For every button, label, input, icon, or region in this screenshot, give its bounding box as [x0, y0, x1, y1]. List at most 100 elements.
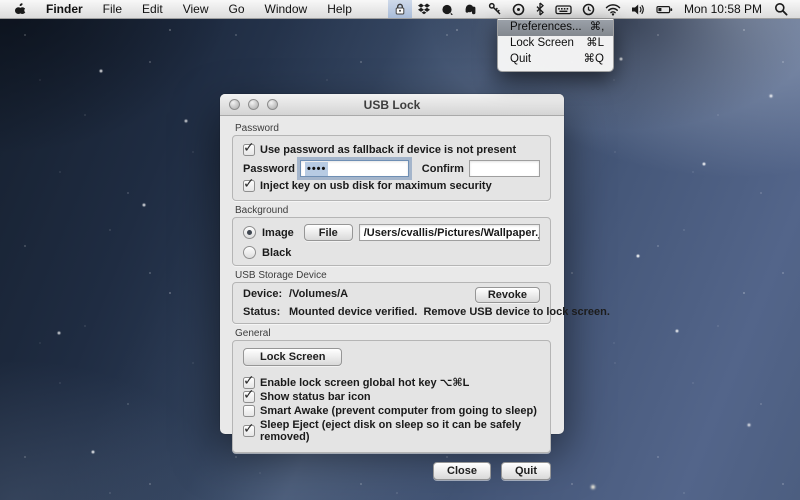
menu-bar-left: Finder File Edit View Go Window Help [0, 0, 362, 18]
spotlight-menu-extra[interactable] [770, 0, 800, 18]
menu-item-lock-screen[interactable]: Lock Screen ⌘L [498, 36, 613, 52]
sleep-eject-checkbox[interactable] [243, 425, 255, 437]
smart-awake-checkbox[interactable] [243, 405, 255, 417]
menu-item-view[interactable]: View [173, 0, 219, 18]
volume-icon [631, 3, 646, 16]
menu-item-quit[interactable]: Quit ⌘Q [498, 52, 613, 68]
background-section: Background Image File /Users/cvallis/Pic… [232, 205, 551, 266]
fallback-checkbox[interactable] [243, 144, 255, 156]
image-radio[interactable] [243, 226, 256, 239]
bluetooth-icon [535, 2, 545, 16]
inject-key-checkbox-label: Inject key on usb disk for maximum secur… [260, 180, 492, 192]
smart-awake-checkbox-label: Smart Awake (prevent computer from going… [260, 405, 537, 417]
window-title: USB Lock [220, 98, 564, 112]
black-radio[interactable] [243, 246, 256, 259]
spotlight-search-icon [774, 2, 788, 16]
disc-icon [512, 3, 525, 16]
evernote-menu-extra[interactable] [459, 0, 483, 18]
password-dots: •••• [305, 162, 328, 176]
menu-item-window[interactable]: Window [255, 0, 318, 18]
usb-storage-section: USB Storage Device Device: /Volumes/A Re… [232, 270, 551, 324]
clock-sync-icon [582, 3, 595, 16]
menu-item-help[interactable]: Help [317, 0, 362, 18]
menu-item-go[interactable]: Go [219, 0, 255, 18]
background-section-title: Background [235, 205, 551, 216]
usb-lock-status-menu: Preferences... ⌘, Lock Screen ⌘L Quit ⌘Q [497, 19, 614, 72]
status-label: Status: [243, 306, 289, 318]
status-value: Mounted device verified. Remove USB devi… [289, 306, 610, 318]
sleep-eject-checkbox-label: Sleep Eject (eject disk on sleep so it c… [260, 419, 540, 443]
menu-bar-clock[interactable]: Mon 10:58 PM [678, 2, 770, 16]
password-field-label: Password [243, 163, 295, 175]
title-bar[interactable]: USB Lock [220, 94, 564, 116]
apple-logo-icon [14, 2, 27, 16]
confirm-input[interactable] [469, 160, 540, 177]
black-radio-label: Black [262, 247, 291, 259]
dropbox-icon [417, 3, 431, 16]
statusbar-checkbox-row: Show status bar icon [243, 391, 540, 403]
menu-shortcut: ⌘L [586, 37, 604, 50]
general-section: General Lock Screen Enable lock screen g… [232, 328, 551, 453]
statusbar-checkbox[interactable] [243, 391, 255, 403]
status-icons: Mon 10:58 PM [388, 0, 800, 18]
battery-menu-extra[interactable] [651, 0, 678, 18]
hotkey-checkbox-label: Enable lock screen global hot key ⌥⌘L [260, 376, 469, 389]
file-path-input[interactable]: /Users/cvallis/Pictures/Wallpaper.jpg [359, 224, 540, 241]
quit-button[interactable]: Quit [501, 462, 551, 480]
dropbox-menu-extra[interactable] [412, 0, 436, 18]
lock-icon [393, 2, 407, 16]
lock-screen-button[interactable]: Lock Screen [243, 348, 342, 366]
sleep-eject-checkbox-row: Sleep Eject (eject disk on sleep so it c… [243, 419, 540, 443]
smart-awake-checkbox-row: Smart Awake (prevent computer from going… [243, 405, 540, 417]
usb-lock-window: USB Lock Password Use password as fallba… [220, 94, 564, 434]
menu-item-label: Quit [510, 53, 531, 66]
inject-key-checkbox[interactable] [243, 180, 255, 192]
sync-menu-extra[interactable] [577, 0, 600, 18]
menu-item-file[interactable]: File [93, 0, 132, 18]
apple-menu[interactable] [0, 0, 36, 18]
bluetooth-menu-extra[interactable] [530, 0, 550, 18]
menu-item-preferences[interactable]: Preferences... ⌘, [498, 20, 613, 36]
general-section-title: General [235, 328, 551, 339]
battery-icon [656, 3, 673, 16]
hotkey-checkbox-row: Enable lock screen global hot key ⌥⌘L [243, 376, 540, 389]
fallback-checkbox-label: Use password as fallback if device is no… [260, 144, 516, 156]
device-value: /Volumes/A [289, 288, 348, 300]
menu-item-label: Preferences... [510, 21, 582, 34]
image-radio-label: Image [262, 227, 294, 239]
file-button[interactable]: File [304, 224, 353, 241]
wifi-icon [605, 3, 621, 16]
menu-bar: Finder File Edit View Go Window Help [0, 0, 800, 19]
statusbar-checkbox-label: Show status bar icon [260, 391, 371, 403]
app-menu-extra[interactable] [436, 0, 459, 18]
disc-menu-extra[interactable] [507, 0, 530, 18]
wifi-menu-extra[interactable] [600, 0, 626, 18]
keyboard-menu-extra[interactable] [550, 0, 577, 18]
fallback-checkbox-row: Use password as fallback if device is no… [243, 144, 540, 156]
image-radio-row: Image File /Users/cvallis/Pictures/Wallp… [243, 224, 540, 241]
menu-item-finder[interactable]: Finder [36, 0, 93, 18]
menu-item-edit[interactable]: Edit [132, 0, 173, 18]
device-row: Device: /Volumes/A Revoke [243, 288, 540, 300]
password-input[interactable]: •••• [300, 160, 409, 177]
key-icon [488, 2, 502, 16]
usb-section-title: USB Storage Device [235, 270, 551, 281]
footer-buttons: Close Quit [232, 462, 551, 480]
key-menu-extra[interactable] [483, 0, 507, 18]
menu-shortcut: ⌘, [590, 21, 605, 34]
device-label: Device: [243, 288, 289, 300]
revoke-button[interactable]: Revoke [475, 287, 540, 303]
password-section-title: Password [235, 123, 551, 134]
file-path-value: /Users/cvallis/Pictures/Wallpaper.jpg [364, 227, 540, 239]
password-section: Password Use password as fallback if dev… [232, 123, 551, 201]
keyboard-icon [555, 3, 572, 16]
password-fields-row: Password •••• Confirm [243, 160, 540, 177]
inject-checkbox-row: Inject key on usb disk for maximum secur… [243, 180, 540, 192]
close-button[interactable]: Close [433, 462, 491, 480]
elephant-icon [464, 3, 478, 16]
black-radio-row: Black [243, 246, 540, 259]
usb-lock-menu-extra[interactable] [388, 0, 412, 18]
volume-menu-extra[interactable] [626, 0, 651, 18]
menu-shortcut: ⌘Q [584, 53, 604, 66]
round-app-icon [441, 3, 454, 16]
